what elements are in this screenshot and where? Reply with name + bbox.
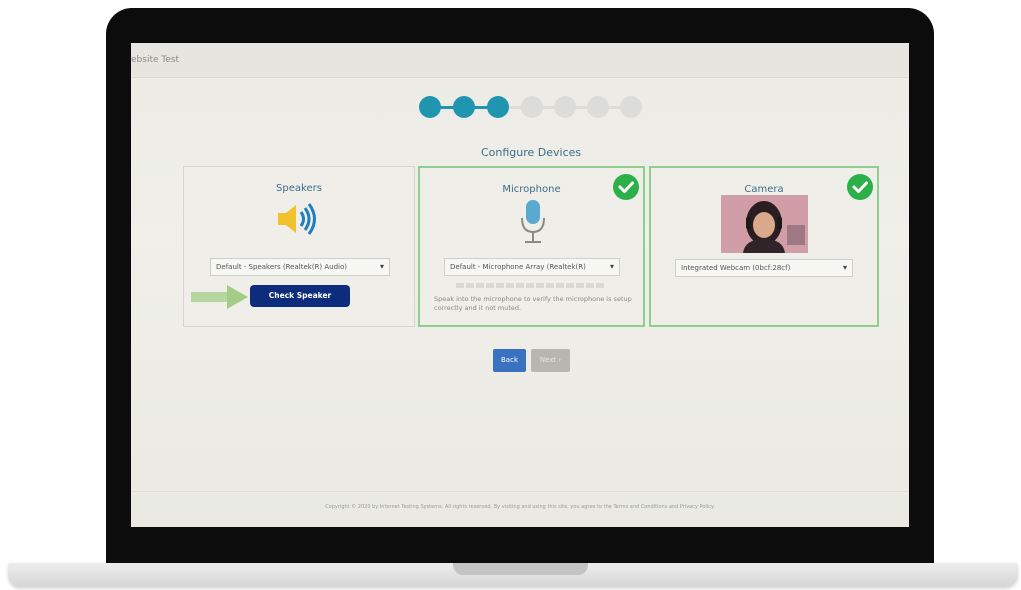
step-2 [453,96,475,118]
check-circle-icon [613,174,639,200]
chevron-down-icon: ▾ [609,262,614,271]
site-title: ebsite Test [131,55,180,65]
check-circle-icon [847,174,873,200]
microphone-icon [518,198,548,246]
camera-title: Camera [744,184,784,195]
section-title: Configure Devices [481,146,582,159]
chevron-down-icon: ▾ [379,262,384,271]
laptop-screen: ebsite Test Configure Devices Speakers D… [131,43,909,527]
step-1 [419,96,441,118]
speaker-icon [276,201,322,237]
speaker-select-value: Default - Speakers (Realtek(R) Audio) [216,263,348,271]
footer-divider [131,491,909,492]
microphone-select-value: Default - Microphone Array (Realtek(R) [450,263,586,271]
camera-select[interactable]: Integrated Webcam (0bcf:28cf) ▾ [675,259,853,277]
site-header: ebsite Test [131,43,909,78]
camera-select-value: Integrated Webcam (0bcf:28cf) [681,264,791,272]
step-6 [587,96,609,118]
step-4 [521,96,543,118]
camera-preview [721,195,808,253]
microphone-select[interactable]: Default - Microphone Array (Realtek(R) ▾ [444,258,620,276]
back-button[interactable]: Back [493,349,526,372]
photo-scene: ebsite Test Configure Devices Speakers D… [0,0,1021,590]
speaker-select[interactable]: Default - Speakers (Realtek(R) Audio) ▾ [210,258,390,276]
check-speaker-button[interactable]: Check Speaker [250,285,350,307]
camera-panel: Camera Integrated Webcam (0bcf:28cf) ▾ [649,166,879,327]
step-3 [487,96,509,118]
microphone-title: Microphone [502,184,561,195]
progress-stepper [419,96,649,120]
microphone-panel: Microphone Default - Microphone Array (R… [418,166,645,327]
step-7 [620,96,642,118]
microphone-level-meter [456,283,606,288]
next-button[interactable]: Next › [531,349,570,372]
arrow-right-icon [191,284,249,310]
laptop-notch [453,563,588,575]
step-5 [554,96,576,118]
footer-copyright: Copyright © 2020 by Internet Testing Sys… [325,504,715,510]
chevron-down-icon: ▾ [842,263,847,272]
microphone-hint: Speak into the microphone to verify the … [434,295,632,312]
speakers-title: Speakers [276,183,322,194]
speakers-panel: Speakers Default - Speakers (Realtek(R) … [183,166,415,327]
